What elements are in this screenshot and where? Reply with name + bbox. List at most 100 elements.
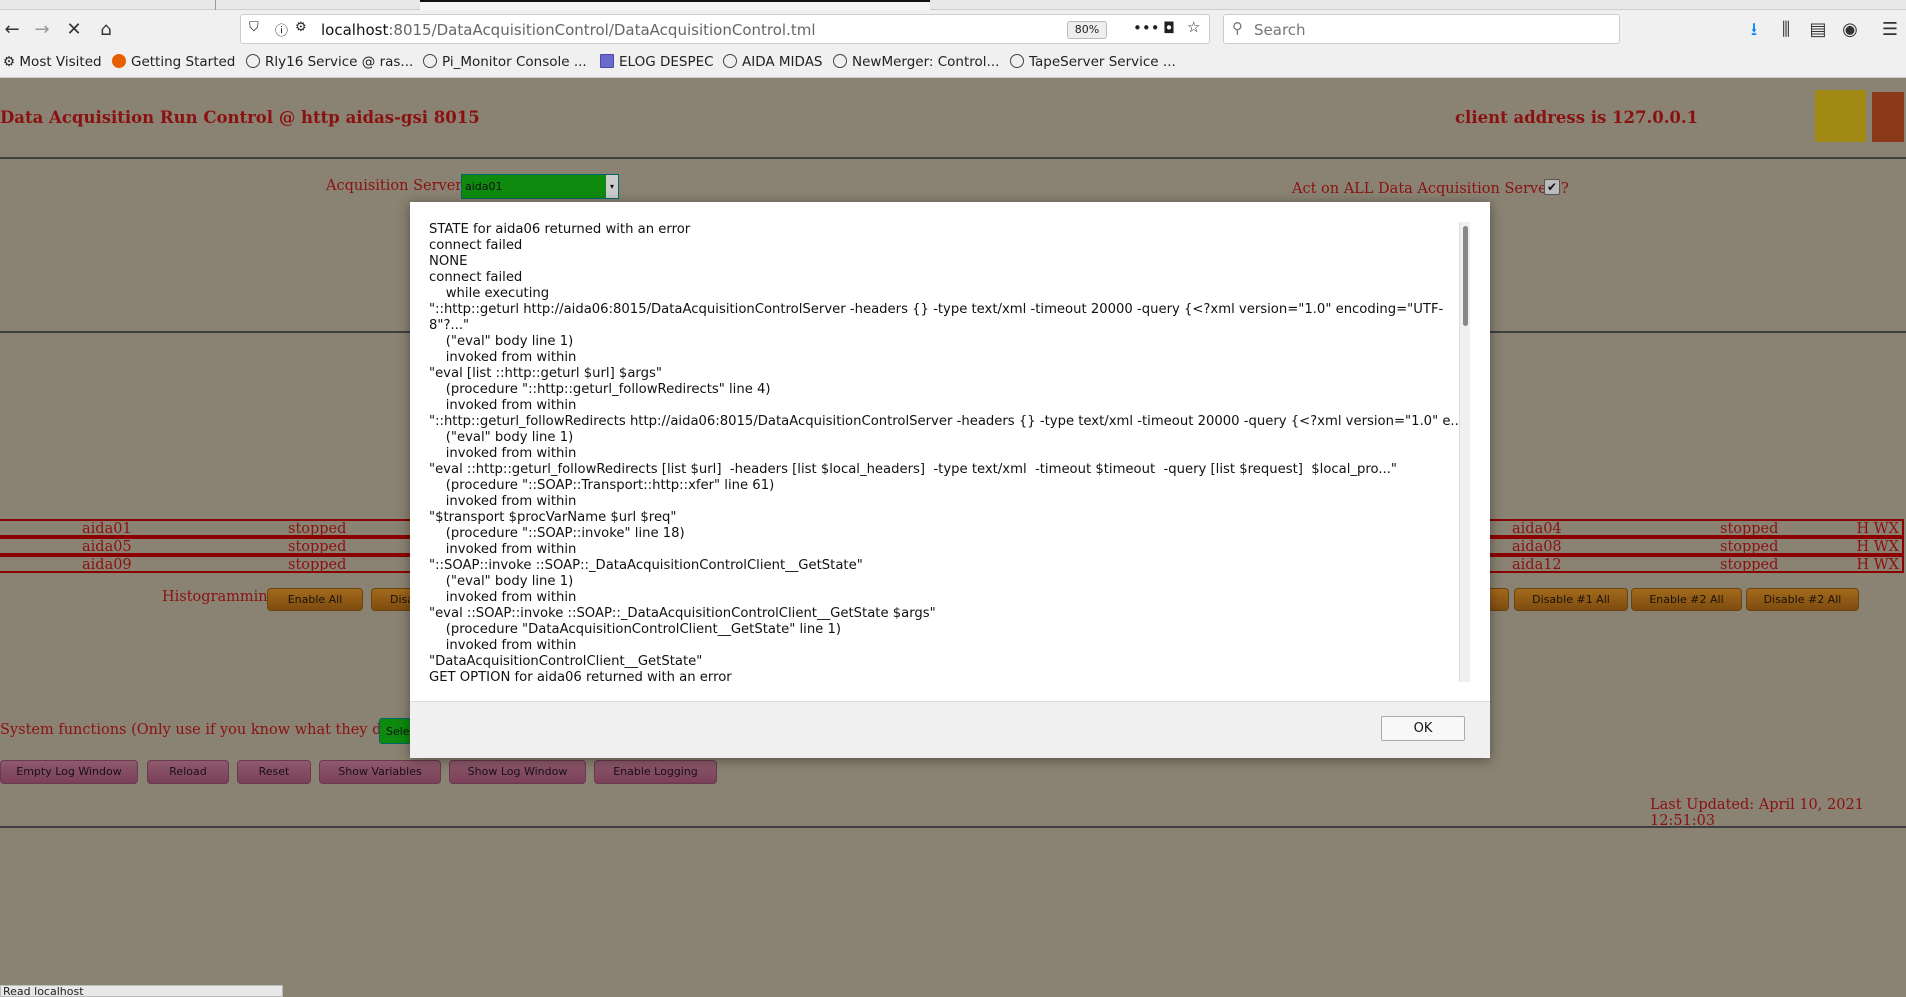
- dialog-scrollbar[interactable]: [1459, 222, 1470, 682]
- bookmark-rly16[interactable]: Rly16 Service @ ras...: [246, 54, 413, 70]
- hist-disable-2-all-button[interactable]: Disable #2 All: [1746, 588, 1859, 611]
- error-line: invoked from within: [429, 494, 577, 509]
- error-line: while executing: [429, 286, 550, 301]
- error-line: ("eval" body line 1): [429, 334, 574, 349]
- search-input[interactable]: ⚲ Search: [1223, 14, 1620, 44]
- permissions-icon[interactable]: ⚙: [295, 20, 307, 35]
- zoom-level[interactable]: 80%: [1067, 21, 1107, 39]
- globe-icon: [246, 54, 260, 68]
- library-icon[interactable]: ⫼: [1774, 18, 1798, 42]
- bookmark-elog[interactable]: ELOG DESPEC: [600, 54, 714, 70]
- download-icon[interactable]: ⭳: [1742, 18, 1766, 42]
- acquisition-servers-label: Acquisition Servers: [326, 178, 470, 194]
- scrollbar-thumb[interactable]: [1463, 226, 1468, 326]
- error-line: "$transport $procVarName $url $req": [429, 510, 677, 525]
- search-placeholder: Search: [1254, 21, 1306, 39]
- error-message: STATE for aida06 returned with an error c…: [429, 222, 1464, 682]
- error-line: "::http::geturl http://aida06:8015/DataA…: [429, 302, 1444, 317]
- divider: [0, 157, 1906, 159]
- error-line: "DataAcquisitionControlClient__GetState": [429, 654, 703, 669]
- error-line: invoked from within: [429, 638, 577, 653]
- system-functions-label: System functions (Only use if you know w…: [0, 722, 414, 738]
- bookmarks-bar: ⚙ Most Visited Getting Started Rly16 Ser…: [0, 48, 1906, 78]
- last-updated: Last Updated: April 10, 2021 12:51:03: [1650, 797, 1864, 829]
- server-row: aida05 stopped: [0, 537, 418, 555]
- act-on-all-checkbox[interactable]: ✔: [1544, 179, 1560, 195]
- error-line: invoked from within: [429, 590, 577, 605]
- acquisition-servers-select[interactable]: aida01 ▾: [461, 174, 619, 199]
- url-host: localhost: [321, 21, 389, 39]
- more-icon[interactable]: •••: [1133, 19, 1160, 37]
- bookmark-most-visited[interactable]: ⚙ Most Visited: [3, 54, 102, 70]
- error-line: "eval ::http::geturl_followRedirects [li…: [429, 462, 1397, 477]
- bookmark-pi-monitor[interactable]: Pi_Monitor Console ...: [423, 54, 587, 70]
- error-dialog: STATE for aida06 returned with an error c…: [410, 202, 1490, 758]
- enable-logging-button[interactable]: Enable Logging: [594, 760, 717, 784]
- show-log-window-button[interactable]: Show Log Window: [449, 760, 586, 784]
- tab-strip: [0, 0, 1906, 10]
- error-line: "eval ::SOAP::invoke ::SOAP::_DataAcquis…: [429, 606, 936, 621]
- forward-icon[interactable]: →: [30, 18, 54, 42]
- error-line: invoked from within: [429, 542, 577, 557]
- error-line: 8"?...": [429, 318, 470, 333]
- error-line: connect failed: [429, 270, 523, 285]
- status-bar: Read localhost: [0, 985, 283, 997]
- globe-icon: [833, 54, 847, 68]
- page-title: Data Acquisition Run Control @ http aida…: [0, 108, 480, 127]
- shield-icon: ⛉: [249, 20, 259, 35]
- midas-logo: [1815, 90, 1866, 142]
- hist-disable-1-all-button[interactable]: Disable #1 All: [1514, 588, 1628, 611]
- bookmark-aida-midas[interactable]: AIDA MIDAS: [723, 54, 823, 70]
- firefox-icon: [112, 54, 126, 68]
- gear-icon: ⚙: [3, 54, 20, 70]
- star-icon[interactable]: ☆: [1187, 18, 1200, 36]
- error-line: invoked from within: [429, 446, 577, 461]
- menu-icon[interactable]: ☰: [1878, 18, 1902, 42]
- error-line: "::SOAP::invoke ::SOAP::_DataAcquisition…: [429, 558, 863, 573]
- globe-icon: [423, 54, 437, 68]
- error-line: (procedure "DataAcquisitionControlClient…: [429, 622, 842, 637]
- reset-button[interactable]: Reset: [237, 760, 311, 784]
- home-icon[interactable]: ⌂: [94, 18, 118, 42]
- server-row: aida09 stopped: [0, 555, 418, 573]
- bookmark-newmerger[interactable]: NewMerger: Control...: [833, 54, 999, 70]
- error-line: GET OPTION for aida06 returned with an e…: [429, 670, 732, 682]
- bookmark-tapeserver[interactable]: TapeServer Service ...: [1010, 54, 1176, 70]
- error-line: "::http::geturl_followRedirects http://a…: [429, 414, 1464, 429]
- error-line: invoked from within: [429, 350, 577, 365]
- stop-icon[interactable]: ✕: [62, 18, 86, 42]
- error-line: ("eval" body line 1): [429, 574, 574, 589]
- globe-icon: [1010, 54, 1024, 68]
- empty-log-window-button[interactable]: Empty Log Window: [0, 760, 138, 784]
- info-icon[interactable]: ⓘ: [275, 20, 288, 39]
- show-variables-button[interactable]: Show Variables: [319, 760, 441, 784]
- search-icon: ⚲: [1232, 19, 1243, 37]
- active-tab[interactable]: [420, 0, 930, 10]
- error-line: NONE: [429, 254, 468, 269]
- navigation-bar: ← → ✕ ⌂ ⛉ ⓘ ⚙ localhost:8015/DataAcquisi…: [0, 10, 1906, 48]
- pocket-icon[interactable]: ◘: [1163, 19, 1175, 37]
- hist-enable-2-all-button[interactable]: Enable #2 All: [1631, 588, 1742, 611]
- error-line: (procedure "::http::geturl_followRedirec…: [429, 382, 771, 397]
- act-on-all-label: Act on ALL Data Acquisition Servers?: [1292, 181, 1569, 197]
- url-bar[interactable]: ⛉ ⓘ ⚙ localhost:8015/DataAcquisitionCont…: [240, 14, 1210, 44]
- dialog-footer: OK: [410, 701, 1490, 758]
- url-path: :8015/DataAcquisitionControl/DataAcquisi…: [388, 21, 816, 39]
- bookmark-getting-started[interactable]: Getting Started: [112, 54, 235, 70]
- hist-enable-all-button[interactable]: Enable All: [267, 588, 363, 611]
- error-line: (procedure "::SOAP::invoke" line 18): [429, 526, 685, 541]
- chevron-down-icon: ▾: [606, 175, 618, 198]
- back-icon[interactable]: ←: [0, 18, 24, 42]
- elog-icon: [600, 54, 614, 68]
- error-line: STATE for aida06 returned with an error: [429, 222, 691, 237]
- error-line: ("eval" body line 1): [429, 430, 574, 445]
- sidebar-icon[interactable]: ▤: [1806, 18, 1830, 42]
- tcl-powered-logo: [1872, 92, 1904, 142]
- account-icon[interactable]: ◉: [1838, 18, 1862, 42]
- ok-button[interactable]: OK: [1381, 716, 1465, 741]
- error-line: "eval [list ::http::geturl $url] $args": [429, 366, 662, 381]
- error-line: (procedure "::SOAP::Transport::http::xfe…: [429, 478, 775, 493]
- error-line: invoked from within: [429, 398, 577, 413]
- reload-button[interactable]: Reload: [147, 760, 229, 784]
- server-row: aida01 stopped: [0, 519, 418, 537]
